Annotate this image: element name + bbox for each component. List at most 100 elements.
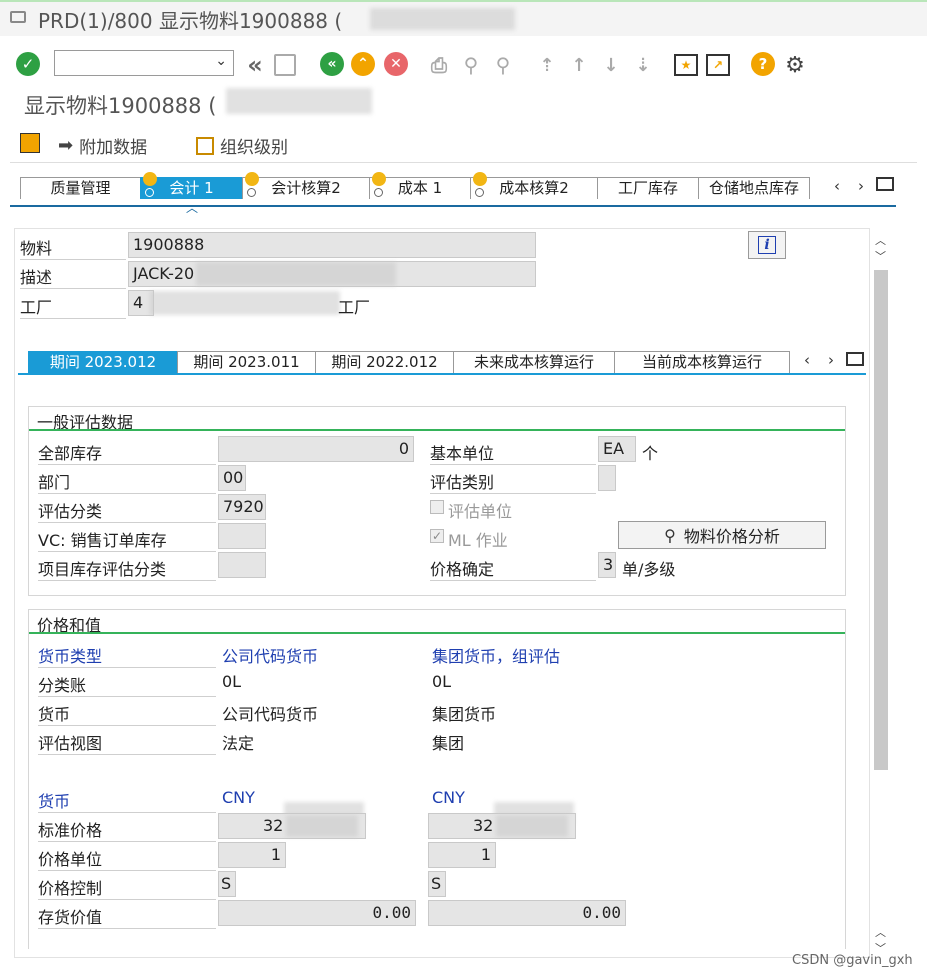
inventory-value-col2-field[interactable]: 0.00	[428, 900, 626, 926]
tab-current-costing[interactable]: 当前成本核算运行	[614, 351, 790, 373]
tab-period-2023-012[interactable]: 期间 2023.012	[28, 351, 178, 373]
tab-accounting-1[interactable]: 会计 1	[140, 172, 243, 199]
info-button[interactable]: i	[748, 231, 786, 259]
valuation-category-field[interactable]	[598, 465, 616, 491]
back-arrow-icon[interactable]: «	[242, 51, 268, 79]
currency-col2: 集团货币	[432, 705, 497, 724]
material-price-analysis-button[interactable]: ⚲ 物料价格分析	[618, 521, 826, 549]
next-page-icon[interactable]: ↓	[600, 52, 622, 78]
project-stock-valuation-class-field[interactable]	[218, 552, 266, 578]
scrollbar-thumb[interactable]	[874, 270, 888, 770]
command-field[interactable]: ⌄	[54, 50, 234, 76]
base-unit-field[interactable]: EA	[598, 436, 636, 462]
tab-underline	[10, 205, 896, 207]
screen-title: 显示物料1900888 (	[24, 94, 217, 118]
ledger-col1: 0L	[222, 672, 242, 691]
tab-label: 工厂库存	[617, 179, 678, 197]
tab-label: 期间 2022.012	[331, 353, 438, 371]
cancel-icon[interactable]: ✕	[384, 52, 408, 76]
ledger-label: 分类账	[38, 672, 216, 697]
tab-period-2023-011[interactable]: 期间 2023.011	[177, 351, 316, 373]
price-determination-text: 单/多级	[622, 560, 676, 579]
period-next-icon[interactable]: ›	[828, 351, 834, 369]
tab-future-costing[interactable]: 未来成本核算运行	[453, 351, 615, 373]
tab-period-2022-012[interactable]: 期间 2022.012	[315, 351, 454, 373]
division-field[interactable]: 00	[218, 465, 246, 491]
radio-icon	[145, 188, 154, 197]
plant-name: 工厂	[338, 298, 371, 317]
valuation-unit-label: 评估单位	[448, 502, 513, 521]
tab-next-icon[interactable]: ›	[858, 177, 864, 195]
group-underline	[29, 632, 845, 634]
valuation-unit-checkbox[interactable]	[430, 500, 444, 514]
total-stock-field[interactable]: 0	[218, 436, 414, 462]
status-led-icon	[372, 172, 386, 186]
price-unit-col1-field[interactable]: 1	[218, 842, 286, 868]
radio-icon	[374, 188, 383, 197]
price-control-col1-field[interactable]: S	[218, 871, 236, 897]
division-label: 部门	[38, 469, 216, 494]
base-unit-label: 基本单位	[430, 440, 596, 465]
period-prev-icon[interactable]: ‹	[804, 351, 810, 369]
tab-list-icon[interactable]	[876, 177, 894, 191]
org-levels-button[interactable]: 组织级别	[196, 133, 288, 158]
info-icon: i	[758, 236, 776, 254]
tab-quality[interactable]: 质量管理	[20, 177, 141, 199]
tab-storage-stock[interactable]: 仓储地点库存	[698, 177, 810, 199]
base-unit-text: 个	[642, 444, 659, 463]
ml-active-checkbox[interactable]: ✓	[430, 529, 444, 543]
tab-label: 成本核算2	[499, 179, 569, 197]
vertical-scrollbar[interactable]: ︿ ﹀ ︿ ﹀	[873, 230, 889, 956]
description-value: JACK-20	[133, 264, 195, 283]
status-led-icon	[245, 172, 259, 186]
total-stock-label: 全部库存	[38, 440, 216, 465]
print-icon[interactable]: ⎙	[426, 52, 452, 78]
additional-data-label: 附加数据	[79, 138, 148, 158]
scroll-down-icon[interactable]: ︿	[875, 924, 886, 940]
find-icon[interactable]: ⚲	[458, 52, 484, 78]
tab-accounting-2[interactable]: 会计核算2	[242, 172, 370, 199]
inventory-value-col1-field[interactable]: 0.00	[218, 900, 416, 926]
create-session-icon[interactable]: ★	[674, 54, 698, 76]
exit-icon[interactable]: ⌃	[351, 52, 375, 76]
tab-costing-1[interactable]: 成本 1	[369, 172, 471, 199]
save-icon[interactable]	[274, 54, 296, 76]
currency-key-label: 货币	[38, 788, 216, 813]
back-icon[interactable]: «	[320, 52, 344, 76]
other-view-button[interactable]	[20, 133, 40, 153]
main-tabstrip: 质量管理 会计 1 会计核算2 成本 1 成本核算2 工厂库存 仓储地点库存	[20, 172, 810, 199]
help-icon[interactable]: ?	[751, 52, 775, 76]
find-next-icon[interactable]: ⚲	[490, 52, 516, 78]
plant-label: 工厂	[20, 294, 126, 319]
tab-prev-icon[interactable]: ‹	[834, 177, 840, 195]
enter-icon[interactable]: ✓	[16, 52, 40, 76]
first-page-icon[interactable]: ⇡	[536, 52, 558, 78]
tab-label: 期间 2023.011	[193, 353, 300, 371]
currency-type-col2: 集团货币，组评估	[432, 647, 561, 666]
material-field[interactable]: 1900888	[128, 232, 536, 258]
scroll-up-icon[interactable]: ﹀	[875, 248, 886, 264]
last-page-icon[interactable]: ⇣	[632, 52, 654, 78]
scroll-up-icon[interactable]: ︿	[875, 232, 886, 248]
settings-icon[interactable]: ⚙	[782, 52, 808, 78]
shortcut-icon[interactable]: ↗	[706, 54, 730, 76]
valuation-class-field[interactable]: 7920	[218, 494, 266, 520]
title-bar: PRD(1)/800 显示物料1900888 (	[0, 0, 927, 36]
price-control-col2-field[interactable]: S	[428, 871, 446, 897]
vc-sales-order-stock-label: VC: 销售订单库存	[38, 527, 216, 552]
inventory-value-label: 存货价值	[38, 904, 216, 929]
org-levels-label: 组织级别	[220, 138, 288, 158]
additional-data-button[interactable]: ➡ 附加数据	[58, 133, 147, 158]
chevron-down-icon[interactable]: ⌄	[215, 53, 227, 69]
tab-plant-stock[interactable]: 工厂库存	[597, 177, 699, 199]
divider	[10, 162, 917, 163]
vc-sales-order-stock-field[interactable]	[218, 523, 266, 549]
price-determination-label: 价格确定	[430, 556, 596, 581]
price-unit-col2-field[interactable]: 1	[428, 842, 496, 868]
price-control-label: 价格控制	[38, 875, 216, 900]
period-list-icon[interactable]	[846, 352, 864, 366]
prev-page-icon[interactable]: ↑	[568, 52, 590, 78]
tab-costing-2[interactable]: 成本核算2	[470, 172, 598, 199]
currency-type-label: 货币类型	[38, 643, 216, 668]
price-determination-field[interactable]: 3	[598, 552, 616, 578]
